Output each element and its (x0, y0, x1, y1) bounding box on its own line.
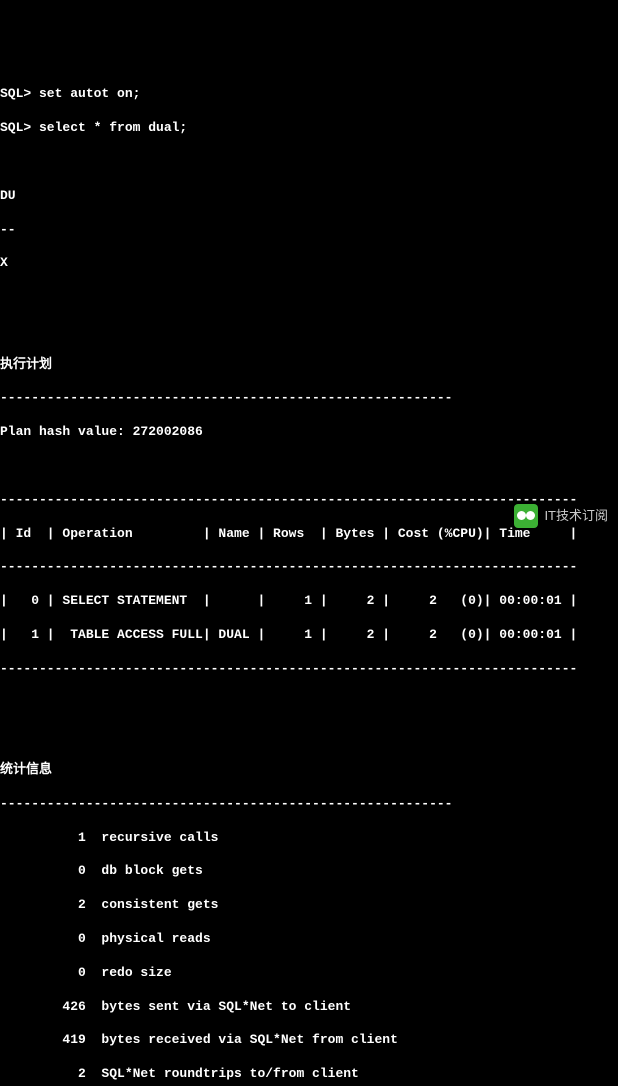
stat-line: 0 redo size (0, 965, 618, 982)
stat-line: 426 bytes sent via SQL*Net to client (0, 999, 618, 1016)
divider: ----------------------------------------… (0, 796, 618, 813)
stats-section-title: 统计信息 (0, 762, 618, 779)
stat-line: 0 db block gets (0, 863, 618, 880)
stat-line: 419 bytes received via SQL*Net from clie… (0, 1032, 618, 1049)
plan-hash: Plan hash value: 272002086 (0, 424, 618, 441)
sql-command: SQL> select * from dual; (0, 120, 618, 137)
sql-command: SQL> set autot on; (0, 86, 618, 103)
plan-table-header: | Id | Operation | Name | Rows | Bytes |… (0, 526, 618, 543)
watermark: IT技术订阅 (514, 504, 608, 528)
plan-section-title: 执行计划 (0, 357, 618, 374)
plan-table-border: ----------------------------------------… (0, 559, 618, 576)
stat-line: 2 consistent gets (0, 897, 618, 914)
wechat-icon (514, 504, 538, 528)
blank-line (0, 458, 618, 475)
stat-line: 1 recursive calls (0, 830, 618, 847)
watermark-text: IT技术订阅 (544, 508, 608, 525)
plan-table-row: | 0 | SELECT STATEMENT | | 1 | 2 | 2 (0)… (0, 593, 618, 610)
blank-line (0, 695, 618, 712)
stat-line: 2 SQL*Net roundtrips to/from client (0, 1066, 618, 1083)
stat-line: 0 physical reads (0, 931, 618, 948)
result-value: X (0, 255, 618, 272)
plan-table-border: ----------------------------------------… (0, 661, 618, 678)
blank-line (0, 323, 618, 340)
blank-line (0, 728, 618, 745)
blank-line (0, 289, 618, 306)
result-header: DU (0, 188, 618, 205)
terminal-output: SQL> set autot on; SQL> select * from du… (0, 68, 618, 1086)
plan-table-row: | 1 | TABLE ACCESS FULL| DUAL | 1 | 2 | … (0, 627, 618, 644)
result-separator: -- (0, 222, 618, 239)
divider: ----------------------------------------… (0, 390, 618, 407)
blank-line (0, 154, 618, 171)
